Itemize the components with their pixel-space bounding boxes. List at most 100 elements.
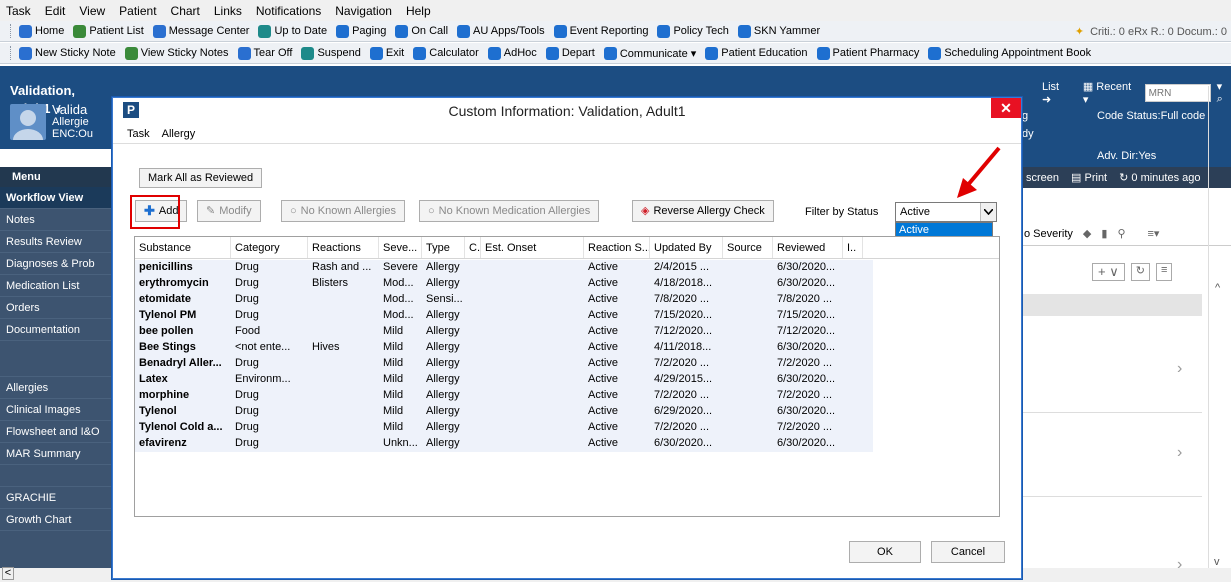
menu-item-patient[interactable]: Patient	[119, 4, 156, 18]
sidebar-item-medication-list[interactable]: Medication List	[0, 275, 112, 297]
refresh-small-icon[interactable]: ↻	[1130, 263, 1150, 281]
toolbar-grip[interactable]	[10, 24, 13, 38]
close-button[interactable]: ✕	[991, 98, 1021, 118]
sidebar-item-allergies[interactable]: Allergies	[0, 377, 112, 399]
toolbar-item-adhoc[interactable]: AdHoc	[487, 46, 537, 60]
menu-item-notifications[interactable]: Notifications	[256, 4, 321, 18]
menu-item-task[interactable]: Task	[6, 4, 31, 18]
chevron-right-icon[interactable]: ›	[1177, 360, 1182, 378]
mrn-input[interactable]	[1144, 84, 1211, 102]
column-header[interactable]: Type	[422, 237, 465, 258]
patient-name[interactable]: Validation, Adult1 ▼	[0, 82, 112, 116]
sidebar-item-flowsheet-and-i-o[interactable]: Flowsheet and I&O	[0, 421, 112, 443]
tag-icon[interactable]: ◆	[1083, 227, 1091, 240]
toolbar-item-suspend[interactable]: Suspend	[301, 46, 361, 60]
reverse-allergy-check-button[interactable]: ◈ Reverse Allergy Check	[632, 200, 774, 222]
column-header[interactable]: I..	[843, 237, 863, 258]
sidebar-item-workflow-view[interactable]: Workflow View	[0, 187, 112, 209]
table-row[interactable]: Bee Stings <not ente... Hives Mild Allergy Ac…	[135, 339, 999, 355]
sidebar-item-clinical-images[interactable]: Clinical Images	[0, 399, 112, 421]
column-header[interactable]: Substance	[135, 237, 231, 258]
add-dropdown-button[interactable]: + ∨	[1092, 263, 1125, 281]
search-icon[interactable]: ⚲	[1117, 227, 1125, 240]
menu-item-edit[interactable]: Edit	[45, 4, 66, 18]
table-row[interactable]: morphine Drug Mild Allergy Active 7/2/2020 ..…	[135, 387, 999, 403]
toolbar-item-message-center[interactable]: Message Center	[152, 24, 249, 38]
column-header[interactable]: Updated By	[650, 237, 723, 258]
scroll-down-icon[interactable]: v	[1214, 556, 1220, 568]
modify-button[interactable]: ✎ Modify	[197, 200, 261, 222]
column-header[interactable]: Reactions	[308, 237, 379, 258]
table-row[interactable]: bee pollen Food Mild Allergy Active 7/12/2020…	[135, 323, 999, 339]
column-header[interactable]: Seve...	[379, 237, 422, 258]
sidebar-item-notes[interactable]: Notes	[0, 209, 112, 231]
toolbar-item-policy[interactable]: Policy Tech	[657, 24, 729, 38]
table-row[interactable]: penicillins Drug Rash and ... Severe Allergy…	[135, 259, 999, 275]
chevron-right-icon[interactable]: ›	[1177, 444, 1182, 462]
menu-header[interactable]: Menu	[0, 167, 112, 187]
toolbar-item-communicate[interactable]: Communicate ▾	[603, 46, 696, 60]
column-header[interactable]: C.	[465, 237, 481, 258]
toolbar-item-tear-off[interactable]: Tear Off	[237, 46, 292, 60]
table-row[interactable]: erythromycin Drug Blisters Mod... Allergy Act…	[135, 275, 999, 291]
refresh-button[interactable]: ↻ 0 minutes ago	[1119, 171, 1200, 184]
toolbar-item-exit[interactable]: Exit	[369, 46, 404, 60]
dialog-menu-allergy[interactable]: Allergy	[162, 124, 196, 143]
table-row[interactable]: efavirenz Drug Unkn... Allergy Active 6/30/20…	[135, 435, 999, 451]
toolbar-counters[interactable]: ✦ Criti.: 0 eRx R.: 0 Docum.: 0	[1074, 21, 1231, 41]
no-known-allergies-button[interactable]: ○ No Known Allergies	[281, 200, 406, 222]
menu-item-view[interactable]: View	[79, 4, 105, 18]
menu-item-help[interactable]: Help	[406, 4, 431, 18]
sidebar-item-orders[interactable]: Orders	[0, 297, 112, 319]
toolbar-item-education[interactable]: Patient Education	[705, 46, 808, 60]
toolbar-item-sticky-note[interactable]: New Sticky Note	[19, 46, 116, 60]
table-row[interactable]: Latex Environm... Mild Allergy Active 4/29/20…	[135, 371, 999, 387]
list-button[interactable]: List ➜	[1042, 81, 1071, 106]
column-header[interactable]: Category	[231, 237, 308, 258]
filter-status-select[interactable]: Active	[895, 202, 997, 222]
toolbar-item-apps[interactable]: AU Apps/Tools	[457, 24, 545, 38]
table-row[interactable]: Tylenol Cold a... Drug Mild Allergy Active 7/…	[135, 419, 999, 435]
toolbar-item-oncall[interactable]: On Call	[395, 24, 448, 38]
menu-item-chart[interactable]: Chart	[171, 4, 200, 18]
scroll-up-icon[interactable]: ^	[1215, 282, 1220, 294]
table-row[interactable]: Benadryl Aller... Drug Mild Allergy Active 7/…	[135, 355, 999, 371]
mark-all-reviewed-button[interactable]: Mark All as Reviewed	[139, 168, 263, 188]
column-header[interactable]: Est. Onset	[481, 237, 584, 258]
cancel-button[interactable]: Cancel	[931, 541, 1005, 563]
toolbar-item-yammer[interactable]: SKN Yammer	[737, 24, 820, 38]
toolbar-grip[interactable]	[10, 46, 13, 60]
sidebar-item-documentation[interactable]: Documentation	[0, 319, 112, 341]
toolbar-item-view-sticky[interactable]: View Sticky Notes	[124, 46, 229, 60]
menu-item-links[interactable]: Links	[214, 4, 242, 18]
scroll-left-icon[interactable]: <	[2, 567, 14, 580]
sidebar-item-results-review[interactable]: Results Review	[0, 231, 112, 253]
tab-menu-icon[interactable]: ≡▾	[1148, 227, 1160, 240]
toolbar-item-pharmacy[interactable]: Patient Pharmacy	[816, 46, 919, 60]
print-button[interactable]: ▤ Print	[1071, 171, 1107, 184]
toolbar-item-uptodate[interactable]: Up to Date	[258, 24, 327, 38]
scrollbar[interactable]: ^ v	[1208, 86, 1230, 582]
toolbar-item-patient-list[interactable]: Patient List	[73, 24, 144, 38]
column-header[interactable]: Reviewed	[773, 237, 843, 258]
toolbar-item-schedule[interactable]: Scheduling Appointment Book	[928, 46, 1091, 60]
dialog-title-bar[interactable]: P Custom Information: Validation, Adult1	[113, 98, 1021, 124]
chevron-down-icon[interactable]	[980, 203, 996, 221]
no-known-medication-allergies-button[interactable]: ○ No Known Medication Allergies	[419, 200, 600, 222]
sidebar-item-grachie[interactable]: GRACHIE	[0, 487, 112, 509]
table-row[interactable]: Tylenol Drug Mild Allergy Active 6/29/2020...…	[135, 403, 999, 419]
dialog-menu-task[interactable]: Task	[127, 124, 150, 143]
ok-button[interactable]: OK	[849, 541, 921, 563]
column-header[interactable]: Reaction S...	[584, 237, 650, 258]
menu-icon[interactable]: ≡	[1155, 263, 1173, 281]
toolbar-item-calculator[interactable]: Calculator	[413, 46, 479, 60]
sidebar-item-growth-chart[interactable]: Growth Chart	[0, 509, 112, 531]
toolbar-item-depart[interactable]: Depart	[545, 46, 595, 60]
recent-button[interactable]: ▦ Recent ▾	[1083, 80, 1139, 106]
bookmark-icon[interactable]: ▮	[1101, 227, 1107, 240]
fullscreen-button[interactable]: screen	[1026, 172, 1059, 184]
menu-item-navigation[interactable]: Navigation	[335, 4, 392, 18]
sidebar-item-diagnoses-prob[interactable]: Diagnoses & Prob	[0, 253, 112, 275]
column-header[interactable]: Source	[723, 237, 773, 258]
toolbar-item-paging[interactable]: Paging	[336, 24, 386, 38]
